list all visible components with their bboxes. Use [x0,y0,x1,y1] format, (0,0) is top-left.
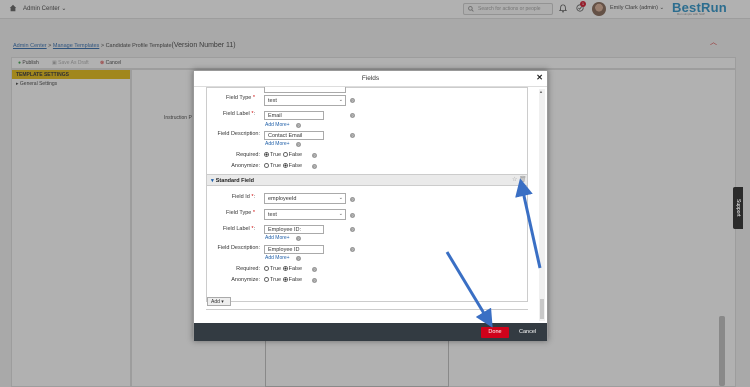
arrow-to-trash-icon [515,178,542,269]
arrow-to-done-button [445,251,493,328]
annotation-arrows [445,178,542,328]
